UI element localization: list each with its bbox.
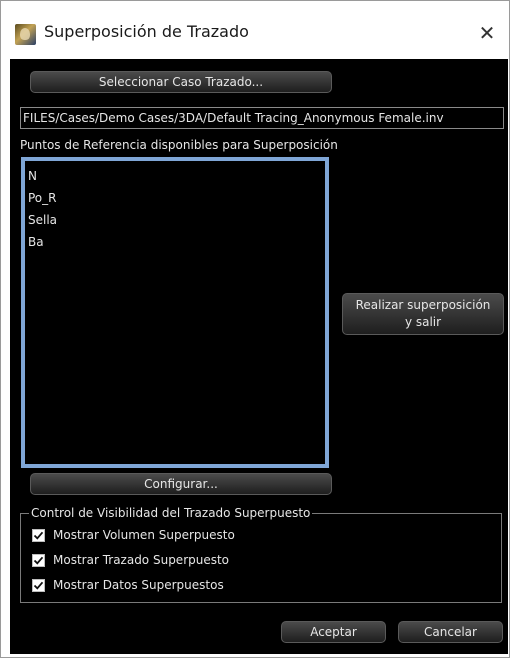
case-path-field[interactable]: FILES/Cases/Demo Cases/3DA/Default Traci… [20,107,504,129]
cancel-button[interactable]: Cancelar [398,621,503,643]
checkbox-label: Mostrar Trazado Superpuesto [53,553,230,567]
tracing-app-icon [15,24,36,45]
checkbox-label: Mostrar Volumen Superpuesto [53,528,235,542]
checkbox-checked-icon[interactable] [32,578,45,592]
show-overlay-tracing-checkbox[interactable]: Mostrar Trazado Superpuesto [32,551,229,569]
show-overlay-data-checkbox[interactable]: Mostrar Datos Superpuestos [32,576,224,594]
accept-button[interactable]: Aceptar [281,621,386,643]
checkbox-checked-icon[interactable] [32,553,45,567]
checkbox-label: Mostrar Datos Superpuestos [53,578,224,592]
list-item[interactable]: N [27,165,323,187]
window-title: Superposición de Trazado [44,22,249,41]
perform-overlay-label-line1: Realizar superposición [355,298,491,312]
list-item[interactable]: Sella [27,209,323,231]
visibility-group-title: Control de Visibilidad del Trazado Super… [29,506,313,520]
dialog-window: Superposición de Trazado ✕ Seleccionar C… [0,0,510,658]
checkbox-checked-icon[interactable] [32,528,45,542]
title-bar: Superposición de Trazado ✕ [1,1,509,59]
list-item[interactable]: Ba [27,231,323,253]
reference-points-list[interactable]: N Po_R Sella Ba [21,157,329,468]
visibility-control-group: Control de Visibilidad del Trazado Super… [20,506,502,603]
perform-overlay-label-line2: y salir [404,315,442,329]
select-case-button[interactable]: Seleccionar Caso Trazado... [30,71,332,93]
close-button[interactable]: ✕ [473,19,501,47]
show-overlay-volume-checkbox[interactable]: Mostrar Volumen Superpuesto [32,526,235,544]
perform-overlay-button[interactable]: Realizar superposición y salir [342,293,504,335]
reference-points-label: Puntos de Referencia disponibles para Su… [20,138,338,152]
configure-button[interactable]: Configurar... [30,473,332,495]
dialog-content: Seleccionar Caso Trazado... FILES/Cases/… [10,59,508,654]
list-item[interactable]: Po_R [27,187,323,209]
